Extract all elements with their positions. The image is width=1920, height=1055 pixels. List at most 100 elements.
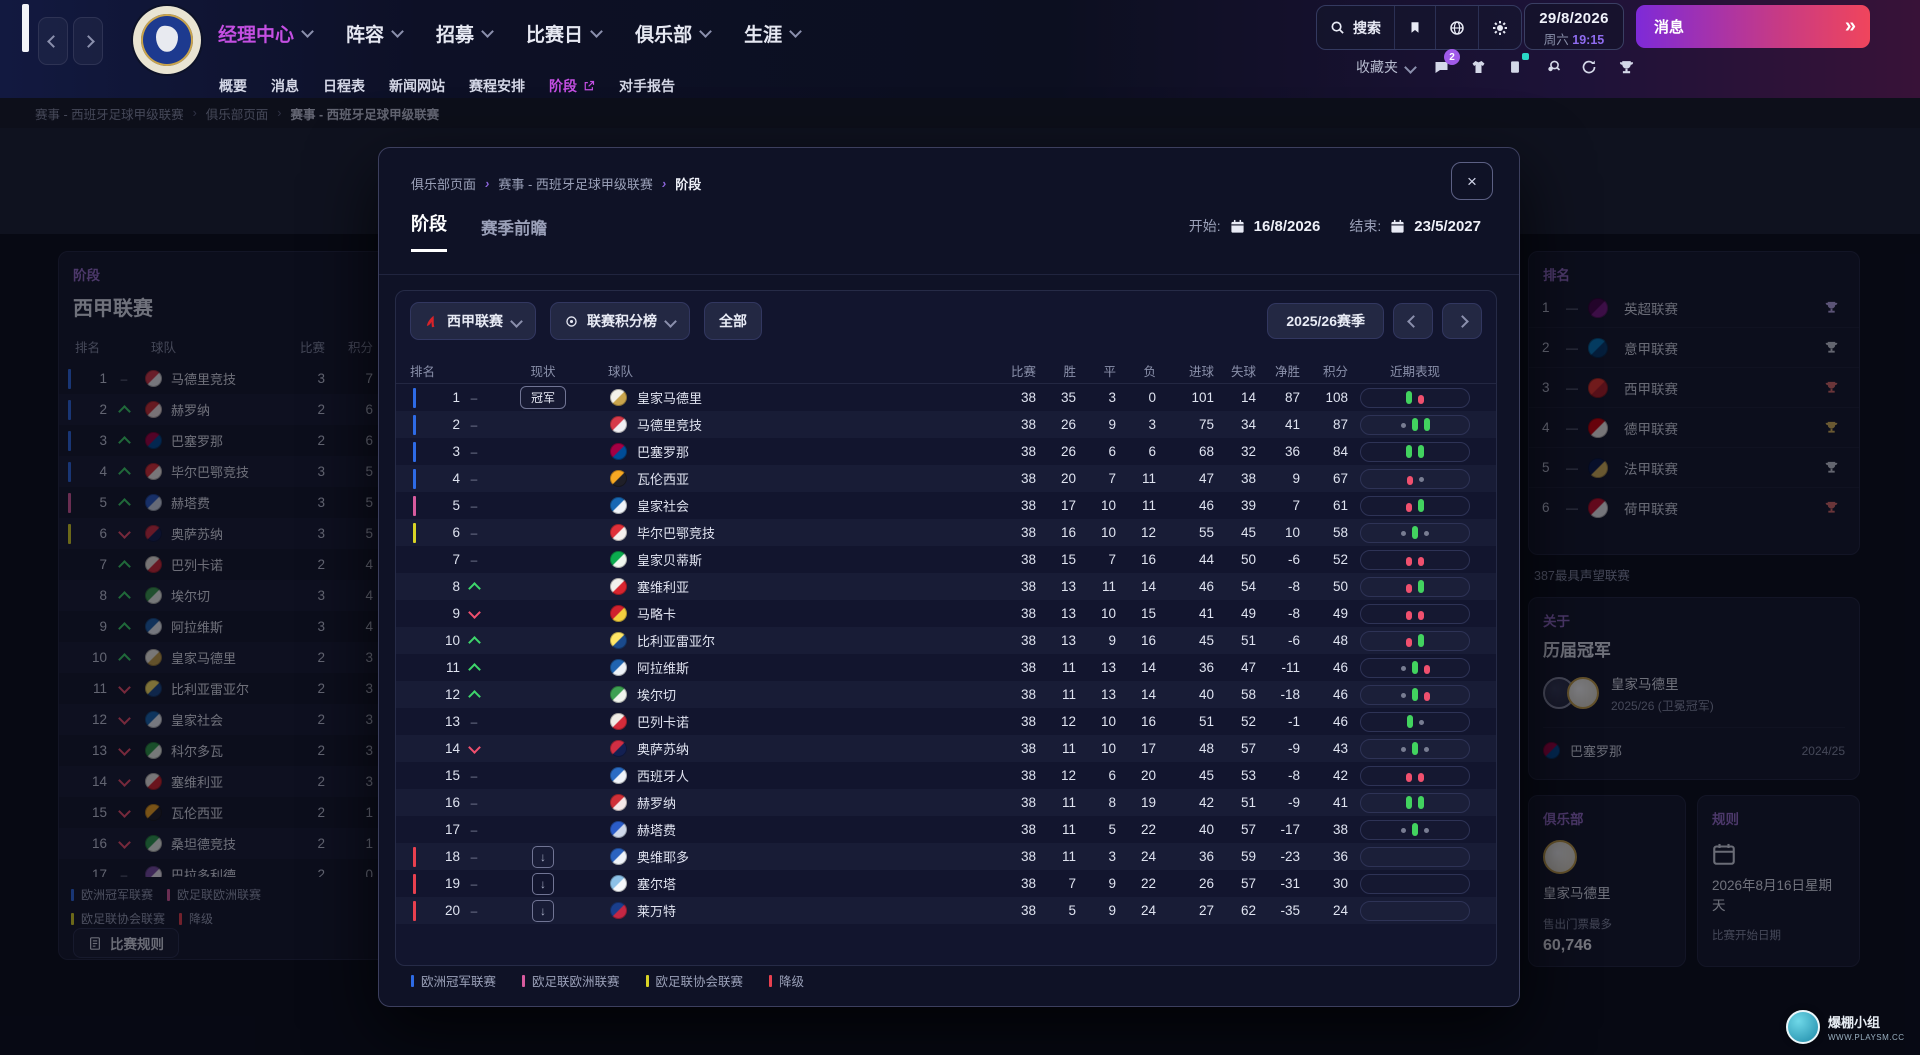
points-value: 43 xyxy=(1300,741,1348,756)
report-card-button[interactable] xyxy=(1504,56,1526,78)
goals-against-value: 38 xyxy=(1214,471,1256,486)
game-date-display[interactable]: 29/8/2026 周六 19:15 xyxy=(1524,3,1624,50)
tab-stages[interactable]: 阶段 xyxy=(411,210,447,252)
team-crest-icon xyxy=(610,740,627,757)
table-row[interactable]: 3 – 巴塞罗那 38 26 6 6 68 32 36 84 xyxy=(396,438,1496,465)
table-row[interactable]: 10 比利亚雷亚尔 38 13 9 16 45 51 -6 48 xyxy=(396,627,1496,654)
history-forward-button[interactable] xyxy=(73,17,103,65)
points-value: 36 xyxy=(1300,849,1348,864)
table-row[interactable]: 2 – 马德里竞技 38 26 9 3 75 34 41 87 xyxy=(396,411,1496,438)
goal-diff-value: -31 xyxy=(1256,876,1300,891)
squad-shirt-button[interactable] xyxy=(1467,56,1489,78)
menu-club[interactable]: 俱乐部 xyxy=(635,20,710,47)
menu-manager-center[interactable]: 经理中心 xyxy=(218,20,312,47)
table-row[interactable]: 7 – 皇家贝蒂斯 38 15 7 16 44 50 -6 52 xyxy=(396,546,1496,573)
lost-value: 14 xyxy=(1116,579,1156,594)
menu-recruitment[interactable]: 招募 xyxy=(436,20,492,47)
watermark: 爆棚小组 WWW.PLAYSM.CC xyxy=(1786,1010,1905,1044)
subnav-schedule[interactable]: 日程表 xyxy=(323,76,365,96)
competition-filter-dropdown[interactable]: 西甲联赛 xyxy=(410,302,536,340)
subnav-news-site[interactable]: 新闻网站 xyxy=(389,76,445,96)
modal-table-body: 1 – 冠军 皇家马德里 38 35 3 0 101 14 87 108 2 –… xyxy=(396,384,1496,924)
goal-diff-value: -18 xyxy=(1256,687,1300,702)
season-next-button[interactable] xyxy=(1442,303,1482,339)
close-button[interactable]: × xyxy=(1451,162,1493,200)
drawn-value: 5 xyxy=(1076,822,1116,837)
table-row[interactable]: 8 塞维利亚 38 13 11 14 46 54 -8 50 xyxy=(396,573,1496,600)
season-button[interactable]: 2025/26赛季 xyxy=(1267,303,1384,339)
bookmark-button[interactable] xyxy=(1394,6,1435,49)
subnav-fixtures[interactable]: 赛程安排 xyxy=(469,76,525,96)
form-box xyxy=(1360,658,1470,678)
subnav-inbox[interactable]: 消息 xyxy=(271,76,299,96)
scouting-button[interactable] xyxy=(1541,56,1563,78)
points-value: 48 xyxy=(1300,633,1348,648)
won-value: 7 xyxy=(1036,876,1076,891)
drawn-value: 9 xyxy=(1076,417,1116,432)
team-name: 毕尔巴鄂竞技 xyxy=(637,523,715,542)
menu-matchday[interactable]: 比赛日 xyxy=(526,20,601,47)
points-value: 46 xyxy=(1300,660,1348,675)
goals-for-value: 41 xyxy=(1156,606,1214,621)
world-button[interactable] xyxy=(1435,6,1478,49)
goals-against-value: 14 xyxy=(1214,390,1256,405)
team-name: 莱万特 xyxy=(637,901,676,920)
rank-value: 11 xyxy=(416,660,460,675)
rank-value: 10 xyxy=(416,633,460,648)
modal-legend: 欧洲冠军联赛欧足联欧洲联赛欧足联协会联赛降级 xyxy=(411,971,804,990)
breadcrumb-item[interactable]: 俱乐部页面 xyxy=(411,174,476,193)
window-edge-tab xyxy=(22,4,29,52)
table-row[interactable]: 18 – ↓ 奥维耶多 38 11 3 24 36 59 -23 36 xyxy=(396,843,1496,870)
table-row[interactable]: 6 – 毕尔巴鄂竞技 38 16 10 12 55 45 10 58 xyxy=(396,519,1496,546)
table-row[interactable]: 1 – 冠军 皇家马德里 38 35 3 0 101 14 87 108 xyxy=(396,384,1496,411)
goal-diff-value: 87 xyxy=(1256,390,1300,405)
tab-season-preview[interactable]: 赛季前瞻 xyxy=(481,215,547,252)
settings-button[interactable] xyxy=(1478,6,1521,49)
refresh-button[interactable] xyxy=(1578,56,1600,78)
column-lost: 负 xyxy=(1116,361,1156,380)
menu-squad[interactable]: 阵容 xyxy=(346,20,402,47)
inbox-continue-button[interactable]: 消息 » xyxy=(1636,5,1870,48)
all-filter-button[interactable]: 全部 xyxy=(704,302,762,340)
table-row[interactable]: 15 – 西班牙人 38 12 6 20 45 53 -8 42 xyxy=(396,762,1496,789)
season-prev-button[interactable] xyxy=(1393,303,1433,339)
table-row[interactable]: 16 – 赫罗纳 38 11 8 19 42 51 -9 41 xyxy=(396,789,1496,816)
view-filter-dropdown[interactable]: 联赛积分榜 xyxy=(550,302,690,340)
form-box xyxy=(1360,766,1470,786)
subnav-opponent-report[interactable]: 对手报告 xyxy=(619,76,675,96)
table-row[interactable]: 9 马略卡 38 13 10 15 41 49 -8 49 xyxy=(396,600,1496,627)
goals-for-value: 46 xyxy=(1156,579,1214,594)
form-pill xyxy=(1407,476,1413,485)
lost-value: 16 xyxy=(1116,633,1156,648)
chat-button[interactable]: 2 xyxy=(1430,56,1452,78)
all-filter-label: 全部 xyxy=(719,311,747,331)
table-row[interactable]: 17 – 赫塔费 38 11 5 22 40 57 -17 38 xyxy=(396,816,1496,843)
won-value: 20 xyxy=(1036,471,1076,486)
subnav-overview[interactable]: 概要 xyxy=(219,76,247,96)
club-crest-icon[interactable] xyxy=(133,6,201,74)
history-back-button[interactable] xyxy=(38,17,68,65)
table-row[interactable]: 11 阿拉维斯 38 11 13 14 36 47 -11 46 xyxy=(396,654,1496,681)
table-row[interactable]: 4 – 瓦伦西亚 38 20 7 11 47 38 9 67 xyxy=(396,465,1496,492)
search-button[interactable]: 搜索 xyxy=(1317,6,1394,49)
played-value: 38 xyxy=(988,552,1036,567)
table-row[interactable]: 20 – ↓ 莱万特 38 5 9 24 27 62 -35 24 xyxy=(396,897,1496,924)
table-row[interactable]: 19 – ↓ 塞尔塔 38 7 9 22 26 57 -31 30 xyxy=(396,870,1496,897)
breadcrumb-item[interactable]: 赛事 - 西班牙足球甲级联赛 xyxy=(498,174,653,193)
table-row[interactable]: 12 埃尔切 38 11 13 14 40 58 -18 46 xyxy=(396,681,1496,708)
subnav-stages[interactable]: 阶段 xyxy=(549,76,595,96)
table-row[interactable]: 14 奥萨苏纳 38 11 10 17 48 57 -9 43 xyxy=(396,735,1496,762)
form-pill xyxy=(1401,666,1406,671)
goals-for-value: 45 xyxy=(1156,768,1214,783)
played-value: 38 xyxy=(988,633,1036,648)
menu-career[interactable]: 生涯 xyxy=(744,20,800,47)
table-row[interactable]: 13 – 巴列卡诺 38 12 10 16 51 52 -1 46 xyxy=(396,708,1496,735)
table-row[interactable]: 5 – 皇家社会 38 17 10 11 46 39 7 61 xyxy=(396,492,1496,519)
competitions-button[interactable] xyxy=(1615,56,1637,78)
drawn-value: 8 xyxy=(1076,795,1116,810)
goal-diff-value: -6 xyxy=(1256,633,1300,648)
favorites-dropdown[interactable]: 收藏夹 xyxy=(1356,57,1415,77)
modal-breadcrumb: 俱乐部页面 › 赛事 - 西班牙足球甲级联赛 › 阶段 xyxy=(411,174,701,193)
form-box xyxy=(1360,820,1470,840)
team-crest-icon xyxy=(610,848,627,865)
